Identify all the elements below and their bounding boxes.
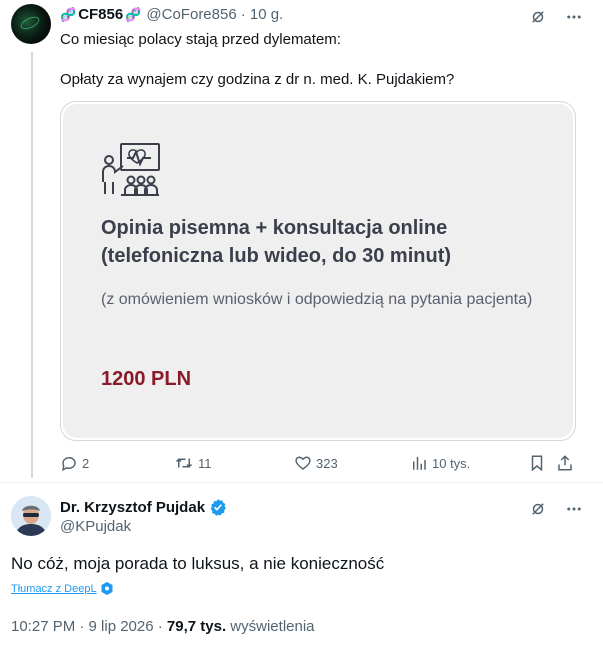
divider — [0, 482, 603, 483]
display-name[interactable]: Dr. Krzysztof Pujdak — [60, 498, 227, 516]
views-button[interactable]: 10 tys. — [410, 454, 470, 472]
card-title: Opinia pisemna + konsultacja online (tel… — [101, 217, 452, 267]
tweet-actions: 2 11 323 10 tys. — [60, 454, 580, 474]
tweet-top-actions — [529, 500, 583, 518]
more-icon[interactable] — [565, 500, 583, 518]
retweet-button[interactable]: 11 — [174, 454, 212, 472]
tweet-meta: 10:27 PM · 9 lip 2026 · 79,7 tys. wyświe… — [11, 618, 315, 635]
views-count: 79,7 tys. — [166, 618, 227, 635]
tweet-text-line: Opłaty za wynajem czy godzina z dr n. me… — [60, 71, 455, 88]
translate-link[interactable]: Tłumacz z DeepL — [11, 582, 113, 595]
retweet-count: 11 — [198, 455, 212, 471]
dna-emoji: 🧬 — [60, 6, 77, 22]
display-name-text: CF856 — [78, 6, 124, 23]
tweet-text: Co miesiąc polacy stają przed dylematem:… — [60, 30, 580, 90]
reply-button[interactable]: 2 — [60, 454, 89, 472]
like-icon — [294, 454, 312, 472]
card-subtitle: (z omówieniem wniosków i odpowiedzią na … — [101, 291, 533, 308]
verified-badge-icon — [209, 498, 227, 516]
consultation-icon — [101, 142, 161, 198]
like-button[interactable]: 323 — [294, 454, 338, 472]
tweet-timestamp[interactable]: 10:27 PM · 9 lip 2026 · — [11, 618, 167, 635]
more-icon[interactable] — [565, 8, 583, 26]
user-handle[interactable]: @KPujdak — [60, 518, 131, 535]
share-button[interactable] — [556, 454, 574, 472]
tweet-text: No cóż, moja porada to luksus, a nie kon… — [11, 554, 385, 573]
retweet-icon — [174, 454, 194, 472]
views-icon — [410, 454, 428, 472]
share-icon — [556, 454, 574, 472]
dna-emoji: 🧬 — [125, 6, 142, 22]
tweet-top-actions — [529, 8, 583, 26]
card-image: Opinia pisemna + konsultacja online (tel… — [63, 104, 573, 438]
tweet-header: 🧬 CF856 🧬 @CoFore856 · 10 g. — [60, 6, 283, 23]
bookmark-button[interactable] — [528, 454, 546, 472]
grok-icon[interactable] — [529, 500, 547, 518]
reply-count: 2 — [82, 455, 90, 471]
views-label: wyświetlenia — [226, 618, 315, 635]
bookmark-icon — [528, 454, 546, 472]
reply-icon — [60, 454, 78, 472]
tweet-time[interactable]: · 10 g. — [241, 6, 284, 23]
avatar[interactable] — [11, 4, 51, 44]
card-price: 1200 PLN — [101, 368, 192, 390]
grok-icon[interactable] — [529, 8, 547, 26]
translate-label: Tłumacz z DeepL — [11, 582, 97, 595]
avatar[interactable] — [11, 496, 51, 536]
tweet-text-line: Co miesiąc polacy stają przed dylematem: — [60, 31, 341, 48]
like-count: 323 — [316, 455, 338, 471]
thread-line — [31, 52, 33, 478]
deepl-icon — [101, 582, 113, 595]
display-name-text: Dr. Krzysztof Pujdak — [60, 498, 206, 516]
user-handle[interactable]: @CoFore856 — [146, 6, 236, 23]
display-name[interactable]: 🧬 CF856 🧬 — [60, 6, 141, 23]
media-card[interactable]: Opinia pisemna + konsultacja online (tel… — [60, 101, 576, 441]
views-count: 10 tys. — [432, 455, 471, 471]
